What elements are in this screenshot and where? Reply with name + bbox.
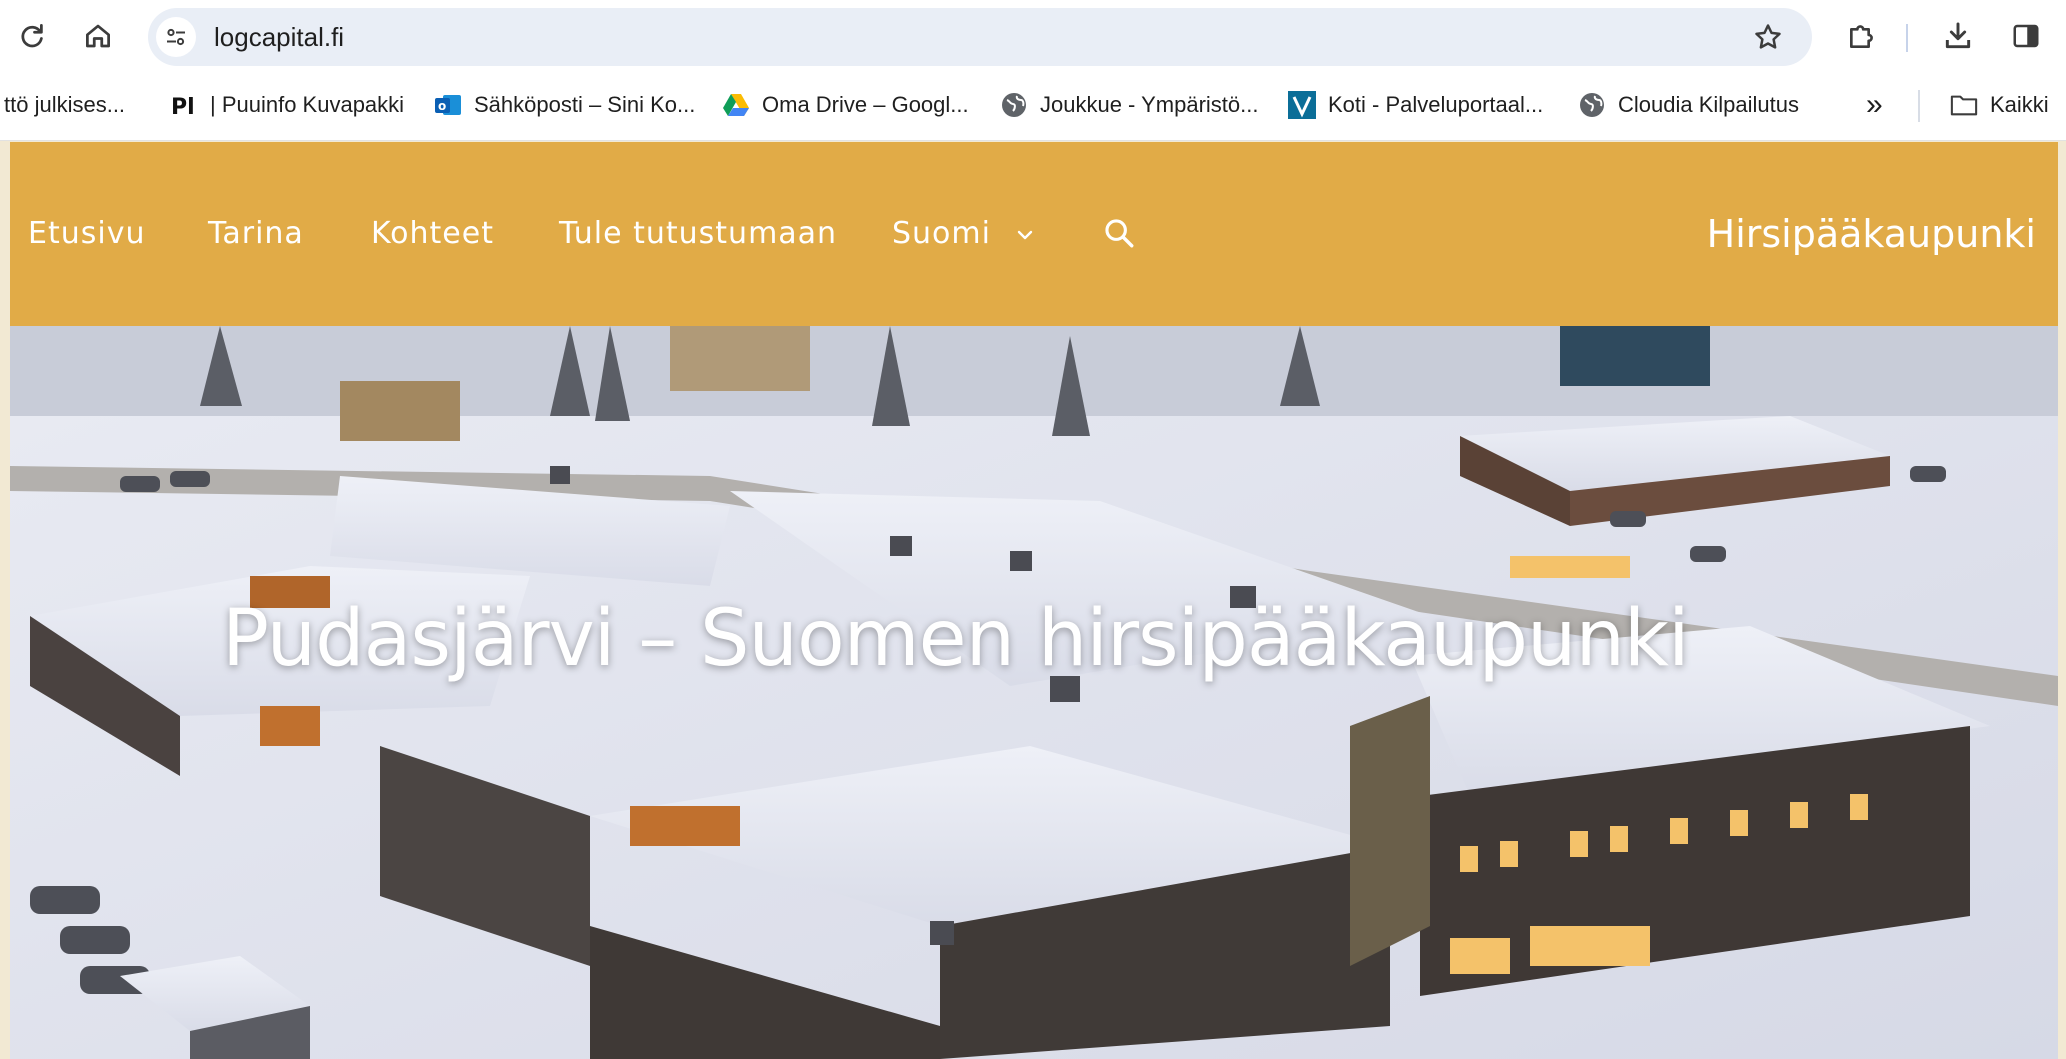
site-navbar: Etusivu Tarina Kohteet Tule tutustumaan …	[10, 142, 2058, 326]
nav-link-kohteet[interactable]: Kohteet	[371, 142, 494, 326]
language-label: Suomi	[892, 216, 991, 251]
bookmark-label: ttö julkises...	[4, 92, 126, 117]
bookmark-label: Oma Drive – Googl...	[762, 92, 969, 117]
tune-icon[interactable]	[156, 17, 196, 57]
home-icon[interactable]	[76, 14, 120, 58]
hero-aerial-image	[10, 326, 2058, 1059]
search-icon[interactable]	[1102, 216, 1136, 255]
bookmark-label: Koti - Palveluportaal...	[1328, 92, 1544, 117]
side-panel-icon[interactable]	[2004, 14, 2048, 58]
language-selector[interactable]: Suomi	[892, 142, 1034, 326]
overflow-label: »	[1866, 88, 1883, 121]
nav-link-etusivu[interactable]: Etusivu	[28, 142, 145, 326]
url-text[interactable]: logcapital.fi	[214, 8, 344, 66]
toolbar-divider	[1906, 24, 1908, 52]
bookmark-item[interactable]: Oma Drive – Googl...	[722, 74, 969, 136]
star-icon[interactable]	[1746, 15, 1790, 59]
bookmark-label: Cloudia Kilpailutus	[1618, 92, 1799, 117]
nav-link-tarina[interactable]: Tarina	[208, 142, 304, 326]
bookmark-item[interactable]: Cloudia Kilpailutus	[1578, 74, 1799, 136]
site-brand-link[interactable]: Hirsipääkaupunki	[1707, 142, 2036, 326]
bookmarks-divider	[1918, 90, 1920, 122]
bookmark-item[interactable]: Koti - Palveluportaal...	[1288, 74, 1543, 136]
globe-icon	[1000, 91, 1028, 119]
address-bar[interactable]: logcapital.fi	[148, 8, 1812, 66]
bookmark-label: Sähköposti – Sini Ko...	[474, 92, 696, 117]
hero-title: Pudasjärvi – Suomen hirsipääkaupunki	[222, 594, 1690, 684]
chevron-down-icon	[1017, 230, 1032, 239]
bookmark-item[interactable]: ttö julkises...	[4, 74, 125, 136]
all-bookmarks-button[interactable]: Kaikki	[1950, 74, 2049, 136]
folder-icon	[1950, 91, 1978, 119]
all-bookmarks-label: Kaikki	[1990, 92, 2049, 117]
globe-icon	[1578, 91, 1606, 119]
puuinfo-logo-icon: Pl	[170, 91, 198, 119]
reload-icon[interactable]	[10, 14, 54, 58]
svg-text:Pl: Pl	[171, 95, 195, 119]
v-logo-icon	[1288, 91, 1316, 119]
bookmarks-overflow-button[interactable]: »	[1866, 74, 1883, 136]
download-icon[interactable]	[1936, 14, 1980, 58]
hero-banner: Pudasjärvi – Suomen hirsipääkaupunki	[10, 326, 2058, 1059]
web-page: Etusivu Tarina Kohteet Tule tutustumaan …	[10, 142, 2058, 1059]
bookmark-label: | Puuinfo Kuvapakki	[210, 92, 405, 117]
outlook-icon: o	[434, 91, 462, 119]
bookmarks-bar: ttö julkises... Pl | Puuinfo Kuvapakki o…	[0, 74, 2066, 141]
bookmark-item[interactable]: Pl | Puuinfo Kuvapakki	[170, 74, 404, 136]
bookmark-item[interactable]: o Sähköposti – Sini Ko...	[434, 74, 695, 136]
puzzle-icon[interactable]	[1840, 14, 1884, 58]
bookmark-item[interactable]: Joukkue - Ympäristö...	[1000, 74, 1258, 136]
svg-text:o: o	[438, 99, 446, 113]
nav-link-tule-tutustumaan[interactable]: Tule tutustumaan	[559, 142, 837, 326]
browser-toolbar: logcapital.fi	[0, 0, 2066, 74]
google-drive-icon	[722, 91, 750, 119]
bookmark-label: Joukkue - Ympäristö...	[1040, 92, 1259, 117]
